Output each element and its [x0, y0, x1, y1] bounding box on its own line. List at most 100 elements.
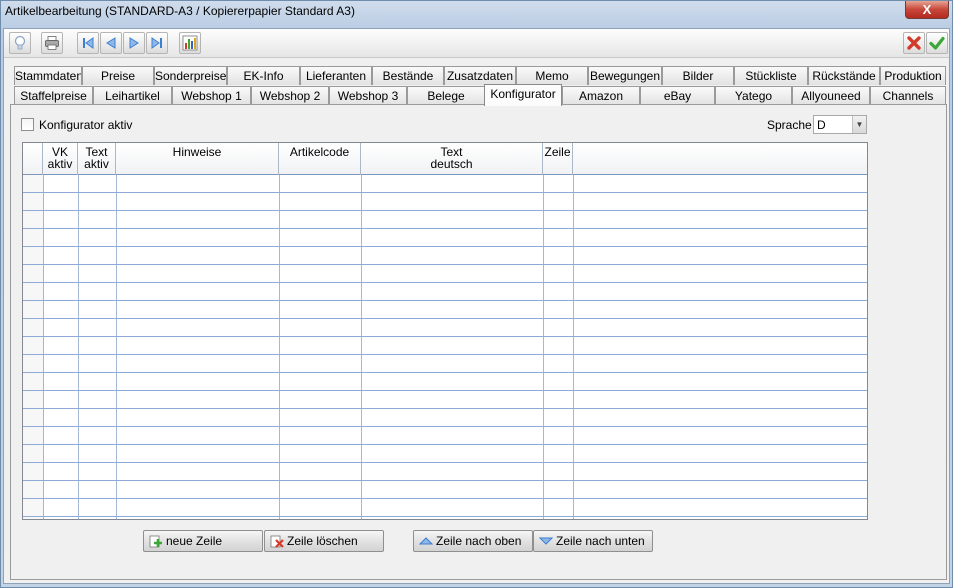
next-record-button[interactable]	[123, 32, 145, 54]
tab-webshop-3[interactable]: Webshop 3	[329, 86, 407, 105]
column-header-line1: Hinweise	[172, 145, 222, 159]
column-header-hinweise[interactable]: Hinweise	[116, 143, 279, 175]
last-record-icon	[151, 37, 162, 49]
arrow-down-icon	[539, 537, 553, 545]
tab-amazon[interactable]: Amazon	[562, 86, 640, 105]
tab-produktion[interactable]: Produktion	[880, 66, 946, 85]
sprache-value: D	[817, 118, 826, 132]
grid-row-line	[23, 426, 867, 427]
title-bar: Artikelbearbeitung (STANDARD-A3 / Kopier…	[1, 1, 952, 25]
tab-bestände[interactable]: Bestände	[372, 66, 444, 85]
last-record-button[interactable]	[146, 32, 168, 54]
previous-record-icon	[106, 37, 116, 49]
tab-webshop-1[interactable]: Webshop 1	[172, 86, 251, 105]
window-title: Artikelbearbeitung (STANDARD-A3 / Kopier…	[5, 4, 355, 18]
cancel-button[interactable]	[903, 32, 925, 54]
grid-header: VK aktiv Text aktiv Hinweise Artikelcode	[23, 143, 867, 175]
grid-body[interactable]	[23, 175, 867, 519]
grid-row-line	[23, 282, 867, 283]
tab-zusatzdaten[interactable]: Zusatzdaten	[444, 66, 516, 85]
new-row-button[interactable]: neue Zeile	[143, 530, 263, 552]
lightbulb-icon	[14, 35, 26, 50]
move-row-up-label: Zeile nach oben	[436, 534, 522, 548]
toolbar	[4, 29, 949, 58]
tab-stammdaten[interactable]: Stammdaten	[14, 66, 82, 85]
grid-column-line	[43, 175, 44, 519]
tab-webshop-2[interactable]: Webshop 2	[251, 86, 329, 105]
tab-row-lower: Staffelpreise Leihartikel Webshop 1 Webshop…	[14, 84, 946, 106]
tab-allyouneed[interactable]: Allyouneed	[792, 86, 870, 105]
grid-row-line	[23, 390, 867, 391]
grid-row-line	[23, 336, 867, 337]
sprache-label: Sprache	[767, 118, 812, 132]
grid-row-line	[23, 462, 867, 463]
column-header-vk-aktiv[interactable]: VK aktiv	[43, 143, 78, 175]
statistics-button[interactable]	[179, 32, 201, 54]
tab-sonderpreise[interactable]: Sonderpreise	[154, 66, 227, 85]
add-row-icon	[149, 535, 162, 548]
column-header-text-deutsch[interactable]: Text deutsch	[361, 143, 543, 175]
column-header-line2: deutsch	[430, 157, 473, 171]
print-button[interactable]	[41, 32, 63, 54]
column-header-text-aktiv[interactable]: Text aktiv	[78, 143, 116, 175]
grid-column-line	[116, 175, 117, 519]
grid-row-line	[23, 228, 867, 229]
konfigurator-grid[interactable]: VK aktiv Text aktiv Hinweise Artikelcode	[22, 142, 868, 520]
arrow-up-icon	[419, 537, 433, 545]
grid-row-line	[23, 516, 867, 517]
column-header-line1: Zeile	[544, 145, 571, 159]
grid-column-line	[78, 175, 79, 519]
tab-row-upper: Stammdaten Preise Sonderpreise EK-Info Liefe…	[14, 66, 946, 86]
grid-row-line	[23, 444, 867, 445]
grid-row-line	[23, 300, 867, 301]
move-row-down-button[interactable]: Zeile nach unten	[533, 530, 653, 552]
chevron-down-icon[interactable]: ▼	[852, 116, 866, 133]
grid-row-line	[23, 354, 867, 355]
sprache-select[interactable]: D ▼	[813, 115, 867, 134]
tab-staffelpreise[interactable]: Staffelpreise	[14, 86, 93, 105]
grid-row-line	[23, 498, 867, 499]
tab-lieferanten[interactable]: Lieferanten	[300, 66, 372, 85]
cancel-icon	[907, 36, 921, 50]
tab-konfigurator[interactable]: Konfigurator	[484, 84, 562, 106]
first-record-button[interactable]	[77, 32, 99, 54]
row-header-corner	[23, 143, 43, 175]
column-header-artikelcode[interactable]: Artikelcode	[279, 143, 361, 175]
hint-button[interactable]	[9, 32, 31, 54]
grid-column-line	[279, 175, 280, 519]
confirm-icon	[929, 36, 945, 50]
previous-record-button[interactable]	[100, 32, 122, 54]
tab-ebay[interactable]: eBay	[640, 86, 715, 105]
grid-column-line	[543, 175, 544, 519]
checkbox-box[interactable]	[21, 118, 34, 131]
tab-bilder[interactable]: Bilder	[662, 66, 734, 85]
move-row-down-label: Zeile nach unten	[556, 534, 645, 548]
tab-stückliste[interactable]: Stückliste	[734, 66, 808, 85]
delete-row-button[interactable]: Zeile löschen	[264, 530, 384, 552]
tab-bewegungen[interactable]: Bewegungen	[588, 66, 662, 85]
window: Artikelbearbeitung (STANDARD-A3 / Kopier…	[0, 0, 953, 588]
tab-rückstände[interactable]: Rückstände	[808, 66, 880, 85]
tab-yatego[interactable]: Yatego	[715, 86, 792, 105]
confirm-button[interactable]	[926, 32, 948, 54]
grid-row-line	[23, 372, 867, 373]
grid-row-line	[23, 264, 867, 265]
column-header-zeile[interactable]: Zeile	[543, 143, 573, 175]
window-close-button[interactable]: X	[905, 1, 949, 19]
printer-icon	[45, 36, 59, 50]
grid-row-line	[23, 210, 867, 211]
move-row-up-button[interactable]: Zeile nach oben	[413, 530, 533, 552]
grid-row-line	[23, 318, 867, 319]
tab-belege[interactable]: Belege	[407, 86, 485, 105]
row-header-column	[23, 175, 43, 519]
konfigurator-panel: Konfigurator aktiv Sprache D ▼ VK aktiv …	[10, 104, 947, 580]
tab-leihartikel[interactable]: Leihartikel	[93, 86, 172, 105]
delete-row-icon	[270, 535, 284, 548]
next-record-icon	[129, 37, 139, 49]
tab-channels[interactable]: Channels	[870, 86, 946, 105]
tab-preise[interactable]: Preise	[82, 66, 154, 85]
column-header-line2: aktiv	[47, 157, 73, 171]
tab-memo[interactable]: Memo	[516, 66, 588, 85]
tab-ek-info[interactable]: EK-Info	[227, 66, 300, 85]
grid-row-line	[23, 246, 867, 247]
